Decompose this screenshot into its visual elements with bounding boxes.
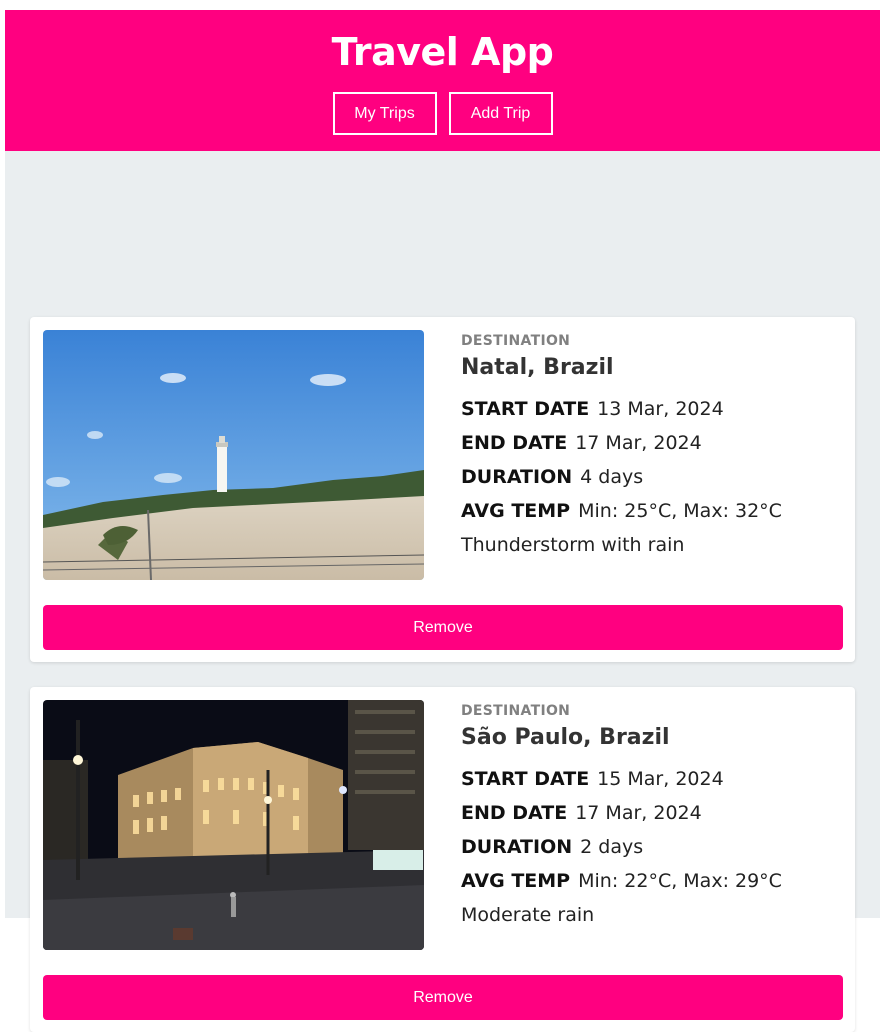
weather-description: Thunderstorm with rain xyxy=(461,534,685,556)
weather-description: Moderate rain xyxy=(461,904,595,926)
lighthouse-dunes-image xyxy=(43,330,424,580)
start-date-row: START DATE 15 Mar, 2024 xyxy=(461,768,782,790)
duration-label: DURATION xyxy=(461,466,573,488)
avg-temp-value: Min: 22°C, Max: 29°C xyxy=(578,870,782,892)
end-date-label: END DATE xyxy=(461,802,568,824)
city-night-image xyxy=(43,700,424,950)
app-header: Travel App My Trips Add Trip xyxy=(5,10,880,151)
avg-temp-value: Min: 25°C, Max: 32°C xyxy=(578,500,782,522)
trip-card: DESTINATION Natal, Brazil START DATE 13 M… xyxy=(30,317,855,662)
trip-info: DESTINATION Natal, Brazil START DATE 13 M… xyxy=(461,333,782,556)
duration-value: 4 days xyxy=(580,466,644,488)
start-date-label: START DATE xyxy=(461,398,590,420)
duration-row: DURATION 4 days xyxy=(461,466,782,488)
trip-photo xyxy=(43,700,424,950)
app-container: Travel App My Trips Add Trip DESTINATION… xyxy=(5,10,880,1032)
start-date-value: 15 Mar, 2024 xyxy=(597,768,724,790)
destination-name: São Paulo, Brazil xyxy=(461,725,670,750)
avg-temp-label: AVG TEMP xyxy=(461,500,571,522)
start-date-label: START DATE xyxy=(461,768,590,790)
end-date-row: END DATE 17 Mar, 2024 xyxy=(461,802,782,824)
end-date-label: END DATE xyxy=(461,432,568,454)
start-date-value: 13 Mar, 2024 xyxy=(597,398,724,420)
end-date-row: END DATE 17 Mar, 2024 xyxy=(461,432,782,454)
avg-temp-row: AVG TEMP Min: 25°C, Max: 32°C xyxy=(461,500,782,522)
duration-row: DURATION 2 days xyxy=(461,836,782,858)
main-nav: My Trips Add Trip xyxy=(5,92,880,135)
end-date-value: 17 Mar, 2024 xyxy=(575,802,702,824)
add-trip-button[interactable]: Add Trip xyxy=(448,92,553,135)
end-date-value: 17 Mar, 2024 xyxy=(575,432,702,454)
duration-label: DURATION xyxy=(461,836,573,858)
destination-name: Natal, Brazil xyxy=(461,355,614,380)
start-date-row: START DATE 13 Mar, 2024 xyxy=(461,398,782,420)
destination-label: DESTINATION xyxy=(461,333,571,349)
my-trips-button[interactable]: My Trips xyxy=(332,92,437,135)
avg-temp-label: AVG TEMP xyxy=(461,870,571,892)
destination-label: DESTINATION xyxy=(461,703,571,719)
app-title: Travel App xyxy=(331,30,554,74)
trip-card: DESTINATION São Paulo, Brazil START DATE… xyxy=(30,687,855,1032)
remove-trip-button[interactable]: Remove xyxy=(43,605,843,650)
trip-photo xyxy=(43,330,424,580)
remove-trip-button[interactable]: Remove xyxy=(43,975,843,1020)
trip-info: DESTINATION São Paulo, Brazil START DATE… xyxy=(461,703,782,926)
duration-value: 2 days xyxy=(580,836,644,858)
avg-temp-row: AVG TEMP Min: 22°C, Max: 29°C xyxy=(461,870,782,892)
